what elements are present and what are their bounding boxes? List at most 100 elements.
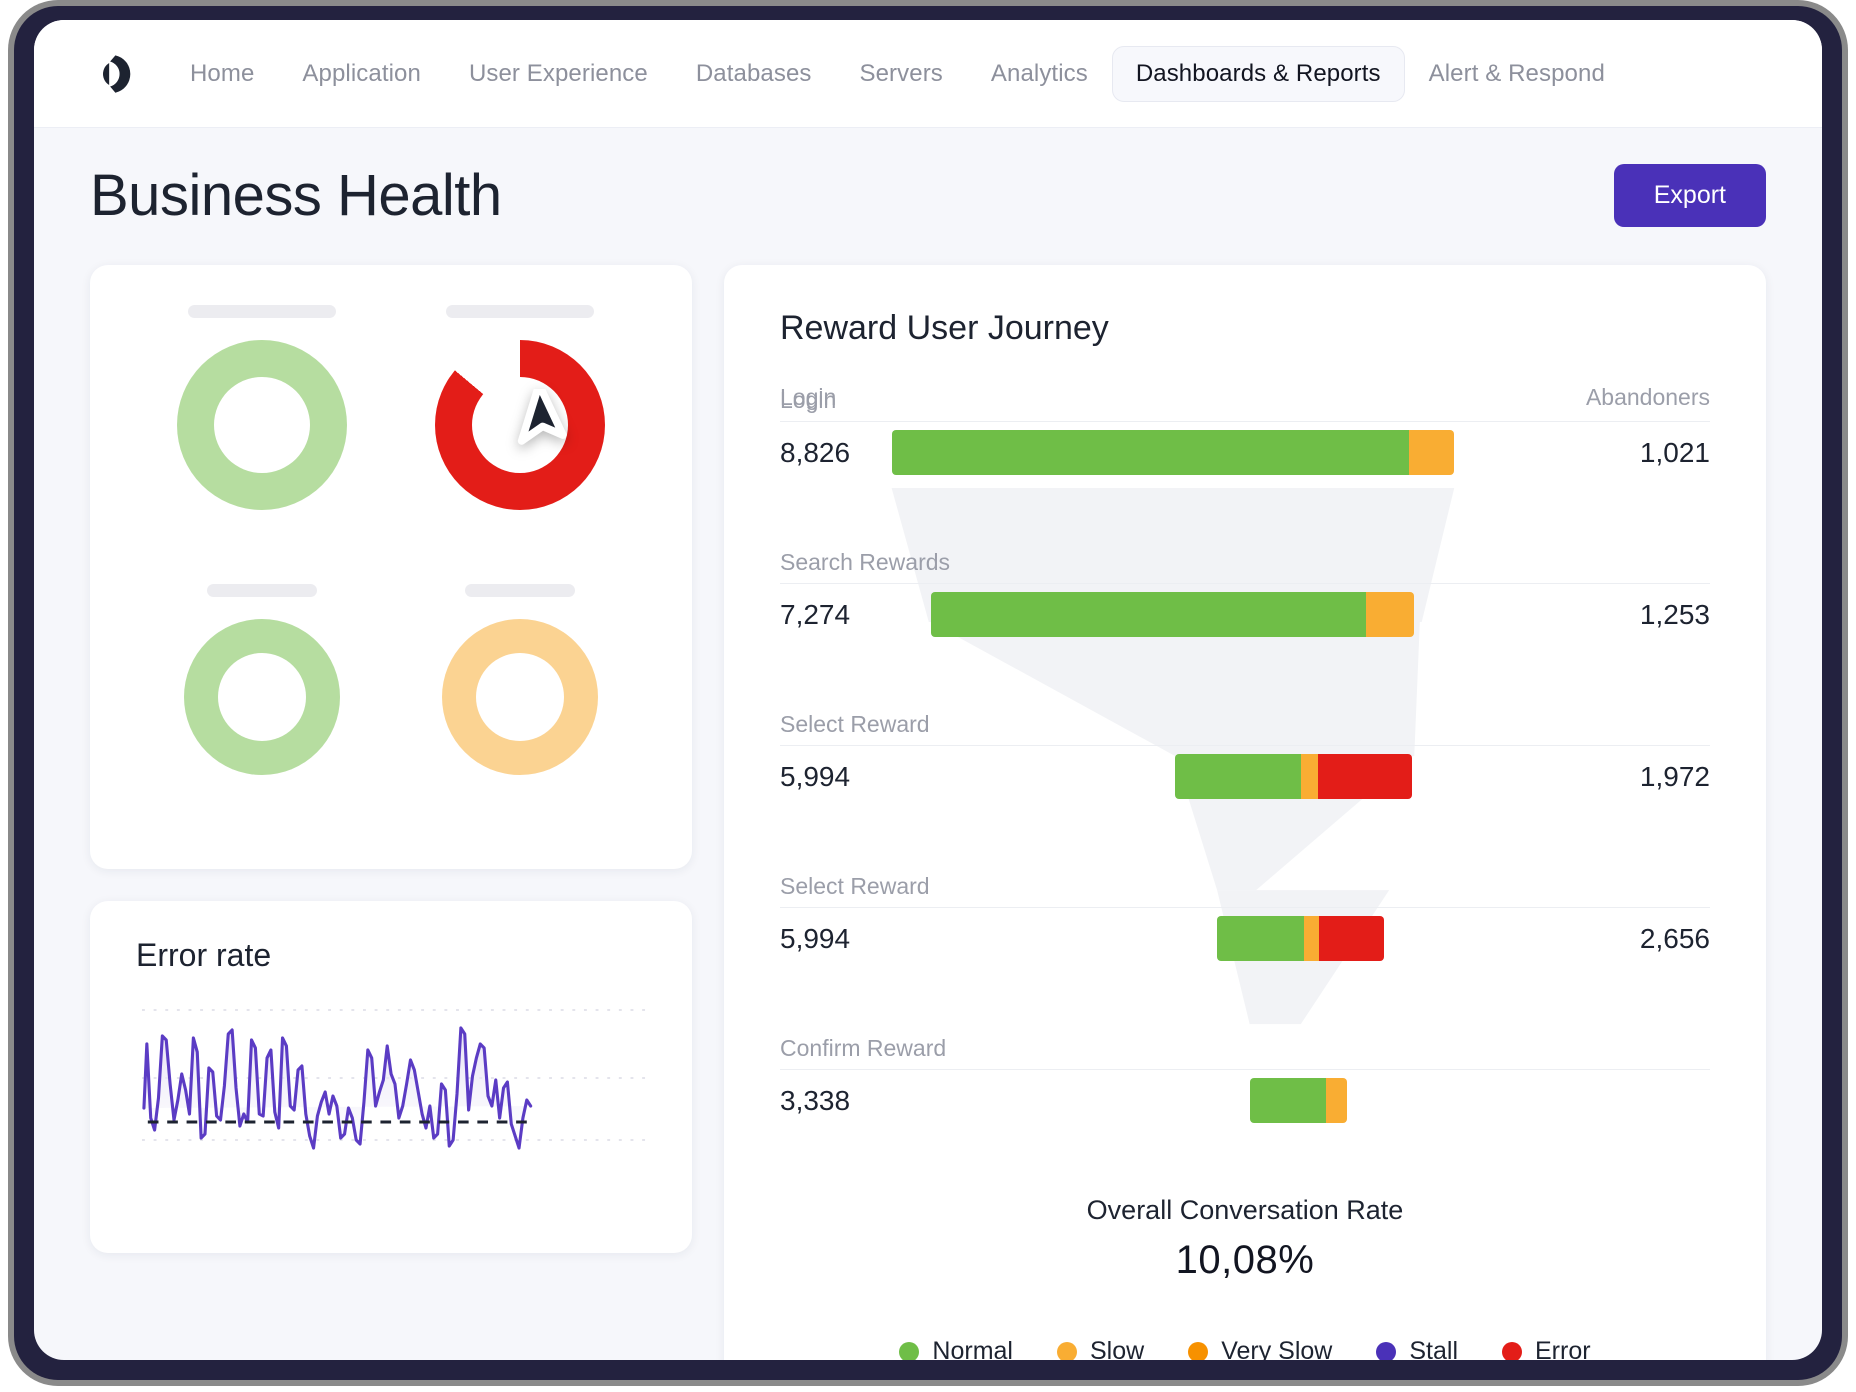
funnel-stage-value: 7,274 bbox=[780, 599, 850, 631]
nav-item-alert-and-respond[interactable]: Alert & Respond bbox=[1405, 46, 1629, 102]
legend-item-error[interactable]: Error bbox=[1502, 1337, 1591, 1360]
right-column: Reward User Journey Login Abandoners bbox=[724, 265, 1766, 1360]
skeleton-label-bar bbox=[446, 305, 594, 318]
donut-bottom-left[interactable] bbox=[184, 619, 340, 775]
funnel-column-headers: Login Abandoners bbox=[780, 384, 1710, 411]
funnel-legend: Normal Slow Very Slow bbox=[780, 1337, 1710, 1360]
donut-cell-top-left[interactable] bbox=[146, 305, 378, 550]
conversion-rate-label: Overall Conversation Rate bbox=[780, 1195, 1710, 1226]
funnel-abandoners-value: 1,972 bbox=[1640, 761, 1710, 793]
funnel-stage-label: Search Rewards bbox=[780, 549, 950, 576]
funnel-stage-label: Confirm Reward bbox=[780, 1035, 946, 1062]
segment-slow bbox=[1326, 1078, 1347, 1123]
skeleton-label-bar bbox=[465, 584, 575, 597]
legend-dot-normal-icon bbox=[899, 1342, 919, 1361]
nav-item-dashboards-and-reports[interactable]: Dashboards & Reports bbox=[1112, 46, 1405, 102]
segment-normal bbox=[1217, 916, 1304, 961]
nav-item-application[interactable]: Application bbox=[278, 46, 445, 102]
funnel-stage-value: 3,338 bbox=[780, 1085, 850, 1117]
nav-item-home[interactable]: Home bbox=[166, 46, 278, 102]
funnel-row-select-reward-1[interactable]: Select Reward 5,994 1,972 bbox=[780, 745, 1710, 857]
donut-cell-bottom-right[interactable] bbox=[404, 584, 636, 829]
left-column: Error rate bbox=[90, 265, 692, 1253]
segment-slow bbox=[1301, 754, 1318, 799]
funnel-rows: Login 8,826 1,021 bbox=[780, 421, 1710, 1139]
legend-item-very-slow[interactable]: Very Slow bbox=[1188, 1337, 1332, 1360]
donut-gauges-card bbox=[90, 265, 692, 869]
dashboard-columns: Error rate bbox=[90, 265, 1766, 1360]
funnel-title: Reward User Journey bbox=[780, 309, 1710, 348]
funnel-stage-label: Select Reward bbox=[780, 711, 930, 738]
legend-dot-error-icon bbox=[1502, 1342, 1522, 1361]
nav-item-servers[interactable]: Servers bbox=[836, 46, 967, 102]
error-rate-title: Error rate bbox=[136, 937, 646, 974]
nav-item-user-experience[interactable]: User Experience bbox=[445, 46, 672, 102]
device-frame: Home Application User Experience Databas… bbox=[14, 6, 1842, 1380]
segment-normal bbox=[1250, 1078, 1326, 1123]
donut-grid bbox=[146, 305, 636, 829]
segment-normal bbox=[931, 592, 1366, 637]
segment-slow bbox=[1366, 592, 1414, 637]
funnel-stage-value: 5,994 bbox=[780, 761, 850, 793]
funnel-abandoners-value: 2,656 bbox=[1640, 923, 1710, 955]
donut-top-right[interactable] bbox=[435, 340, 605, 510]
donut-cell-top-right[interactable] bbox=[404, 305, 636, 550]
funnel-row-confirm-reward[interactable]: Confirm Reward 3,338 bbox=[780, 1069, 1710, 1139]
segment-normal bbox=[892, 430, 1410, 475]
legend-label: Slow bbox=[1090, 1337, 1144, 1360]
error-rate-chart bbox=[142, 988, 646, 1188]
funnel-row-login[interactable]: Login 8,826 1,021 bbox=[780, 421, 1710, 533]
reward-user-journey-card: Reward User Journey Login Abandoners bbox=[724, 265, 1766, 1360]
segment-error bbox=[1318, 754, 1413, 799]
funnel-abandoners-value: 1,253 bbox=[1640, 599, 1710, 631]
funnel-stage-value: 5,994 bbox=[780, 923, 850, 955]
page-header: Business Health Export bbox=[90, 162, 1766, 229]
row-divider bbox=[780, 1069, 1710, 1070]
funnel-bar[interactable] bbox=[892, 430, 1455, 475]
funnel-header-abandoners: Abandoners bbox=[1586, 384, 1710, 411]
legend-item-normal[interactable]: Normal bbox=[899, 1337, 1013, 1360]
row-divider bbox=[780, 421, 1710, 422]
segment-error bbox=[1319, 916, 1384, 961]
segment-slow bbox=[1304, 916, 1319, 961]
nav-item-databases[interactable]: Databases bbox=[672, 46, 836, 102]
legend-label: Normal bbox=[932, 1337, 1013, 1360]
segment-slow bbox=[1409, 430, 1454, 475]
export-button[interactable]: Export bbox=[1614, 164, 1766, 227]
skeleton-label-bar bbox=[207, 584, 317, 597]
funnel-abandoners-value: 1,021 bbox=[1640, 437, 1710, 469]
nav-items: Home Application User Experience Databas… bbox=[166, 46, 1629, 102]
funnel-row-select-reward-2[interactable]: Select Reward 5,994 2,656 bbox=[780, 907, 1710, 1019]
funnel-row-search-rewards[interactable]: Search Rewards 7,274 1,253 bbox=[780, 583, 1710, 695]
donut-top-left[interactable] bbox=[177, 340, 347, 510]
legend-label: Very Slow bbox=[1221, 1337, 1332, 1360]
funnel-bar[interactable] bbox=[931, 592, 1415, 637]
legend-dot-very-slow-icon bbox=[1188, 1342, 1208, 1361]
legend-item-stall[interactable]: Stall bbox=[1376, 1337, 1458, 1360]
error-rate-card: Error rate bbox=[90, 901, 692, 1253]
funnel-stage-label: Select Reward bbox=[780, 873, 930, 900]
funnel-bar[interactable] bbox=[1175, 754, 1412, 799]
skeleton-label-bar bbox=[188, 305, 336, 318]
legend-label: Stall bbox=[1409, 1337, 1458, 1360]
legend-item-slow[interactable]: Slow bbox=[1057, 1337, 1144, 1360]
row-divider bbox=[780, 907, 1710, 908]
nav-item-analytics[interactable]: Analytics bbox=[967, 46, 1112, 102]
funnel-bar[interactable] bbox=[1250, 1078, 1348, 1123]
row-divider bbox=[780, 745, 1710, 746]
conversion-rate-value: 10,08% bbox=[780, 1238, 1710, 1283]
legend-dot-stall-icon bbox=[1376, 1342, 1396, 1361]
legend-label: Error bbox=[1535, 1337, 1591, 1360]
funnel-stage-label: Login bbox=[780, 387, 836, 414]
page-content: Business Health Export bbox=[34, 128, 1822, 1360]
legend-dot-slow-icon bbox=[1057, 1342, 1077, 1361]
funnel-bar[interactable] bbox=[1217, 916, 1384, 961]
funnel-body: Login 8,826 1,021 bbox=[780, 421, 1710, 1139]
donut-bottom-right[interactable] bbox=[442, 619, 598, 775]
funnel-stage-value: 8,826 bbox=[780, 437, 850, 469]
row-divider bbox=[780, 583, 1710, 584]
donut-cell-bottom-left[interactable] bbox=[146, 584, 378, 829]
brand-crescent-logo-icon[interactable] bbox=[90, 51, 136, 97]
device-screen: Home Application User Experience Databas… bbox=[34, 20, 1822, 1360]
error-rate-sparkline bbox=[142, 988, 646, 1218]
